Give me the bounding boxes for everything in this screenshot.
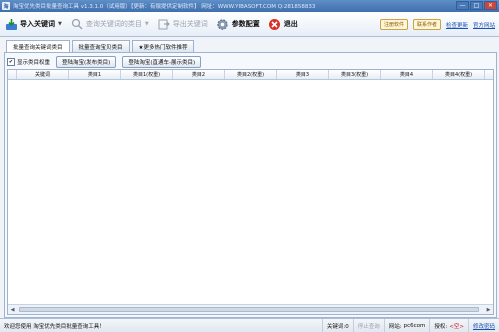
status-auth-value: <空> [449, 324, 464, 330]
import-keywords-label: 导入关键词 [20, 20, 55, 28]
grid-header: 关键词 类目1 类目1(权重) 类目2 类目2(权重) 类目3 类目3(权重) … [8, 70, 493, 80]
row-selector-header [8, 70, 17, 79]
status-bar: 欢迎您使用 淘宝优先类目批量查询工具！ 关键词:0 停止查询 网站: pc6co… [0, 318, 499, 332]
config-label: 参数配置 [231, 20, 260, 28]
check-update-link[interactable]: 检查更新 [446, 21, 468, 29]
register-software-button[interactable]: 注册软件 [379, 19, 408, 30]
status-auth: 授权: <空> [429, 319, 468, 332]
column-header-category3[interactable]: 类目3 [277, 70, 329, 79]
column-header-category2-weight[interactable]: 类目2(权重) [225, 70, 277, 79]
exit-button[interactable]: 退出 [268, 14, 298, 34]
column-header-category4[interactable]: 类目4 [381, 70, 433, 79]
status-auth-label: 授权: [434, 324, 448, 330]
title-bar: 淘 淘宝优先类目批量查询工具 v1.3.1.0（试用版）【更新：有偿提供定制软件… [0, 0, 499, 12]
export-keywords-button[interactable]: 导出关键词 [157, 14, 208, 34]
toolbar-links: 注册软件 联系作者 检查更新 官方网站 [379, 19, 495, 30]
status-welcome: 欢迎您使用 淘宝优先类目批量查询工具！ [4, 324, 105, 330]
keyword-category-panel: ✔ 显示类目权重 登陆淘宝(发布类目) 登陆淘宝(直通车-展示类目) 关键词 类… [4, 52, 497, 318]
close-window-button[interactable]: ✕ [484, 1, 497, 10]
column-header-keyword[interactable]: 关键词 [17, 70, 69, 79]
query-dropdown-icon[interactable]: ▼ [145, 21, 149, 27]
show-weight-label: 显示类目权重 [17, 60, 51, 66]
contact-author-button[interactable]: 联系作者 [412, 19, 441, 30]
close-icon [268, 17, 282, 31]
gear-icon [216, 17, 230, 31]
official-site-link[interactable]: 官方网站 [473, 21, 495, 29]
exit-label: 退出 [283, 20, 298, 28]
column-header-category1-weight[interactable]: 类目1(权重) [121, 70, 173, 79]
maximize-button[interactable]: □ [470, 1, 483, 10]
change-password-link[interactable]: 修改密码 [467, 319, 499, 332]
minimize-button[interactable]: — [456, 1, 469, 10]
status-site: 网站: pc6com [383, 319, 430, 332]
query-categories-button[interactable]: 查询关键词的类目 ▼ [70, 14, 149, 34]
import-keywords-button[interactable]: 导入关键词 ▼ [4, 14, 62, 34]
horizontal-scrollbar[interactable]: ◀ ▶ [8, 304, 493, 314]
column-header-category4-weight[interactable]: 类目4(权重) [433, 70, 485, 79]
column-header-category3-weight[interactable]: 类目3(权重) [329, 70, 381, 79]
app-icon: 淘 [2, 2, 10, 10]
toolbar: 导入关键词 ▼ 查询关键词的类目 ▼ 导出关键词 参数配置 退出 注册软件 联系… [0, 12, 499, 37]
export-icon [157, 17, 171, 31]
status-keyword-count: 关键词:0 [321, 319, 353, 332]
login-taobao-seller-button[interactable]: 登陆淘宝(发布类目) [56, 56, 117, 68]
login-taobao-express-button[interactable]: 登陆淘宝(直通车-展示类目) [122, 56, 202, 68]
config-button[interactable]: 参数配置 [216, 14, 260, 34]
search-icon [70, 17, 84, 31]
scroll-track[interactable] [17, 306, 484, 313]
column-header-category1[interactable]: 类目1 [69, 70, 121, 79]
scroll-left-icon[interactable]: ◀ [8, 305, 17, 314]
column-header-category2[interactable]: 类目2 [173, 70, 225, 79]
options-row: ✔ 显示类目权重 登陆淘宝(发布类目) 登陆淘宝(直通车-展示类目) [7, 56, 202, 68]
scroll-right-icon[interactable]: ▶ [484, 305, 493, 314]
show-weight-checkbox[interactable]: ✔ 显示类目权重 [7, 58, 50, 66]
window-controls: — □ ✕ [456, 1, 497, 10]
results-grid[interactable]: 关键词 类目1 类目1(权重) 类目2 类目2(权重) 类目3 类目3(权重) … [7, 69, 494, 315]
checkbox-box[interactable]: ✔ [7, 58, 15, 66]
status-site-label: 网站: [388, 324, 402, 330]
window-title: 淘宝优先类目批量查询工具 v1.3.1.0（试用版）【更新：有偿提供定制软件】 … [13, 4, 316, 10]
scroll-thumb[interactable] [19, 307, 479, 312]
import-arrow-icon [4, 17, 18, 31]
status-site-value: pc6com [403, 323, 426, 329]
stop-query-button[interactable]: 停止查询 [352, 319, 384, 332]
import-dropdown-icon[interactable]: ▼ [58, 21, 62, 27]
app-window: 淘 淘宝优先类目批量查询工具 v1.3.1.0（试用版）【更新：有偿提供定制软件… [0, 0, 499, 332]
grid-body[interactable] [8, 80, 493, 304]
export-keywords-label: 导出关键词 [172, 20, 208, 28]
query-categories-label: 查询关键词的类目 [85, 20, 142, 28]
